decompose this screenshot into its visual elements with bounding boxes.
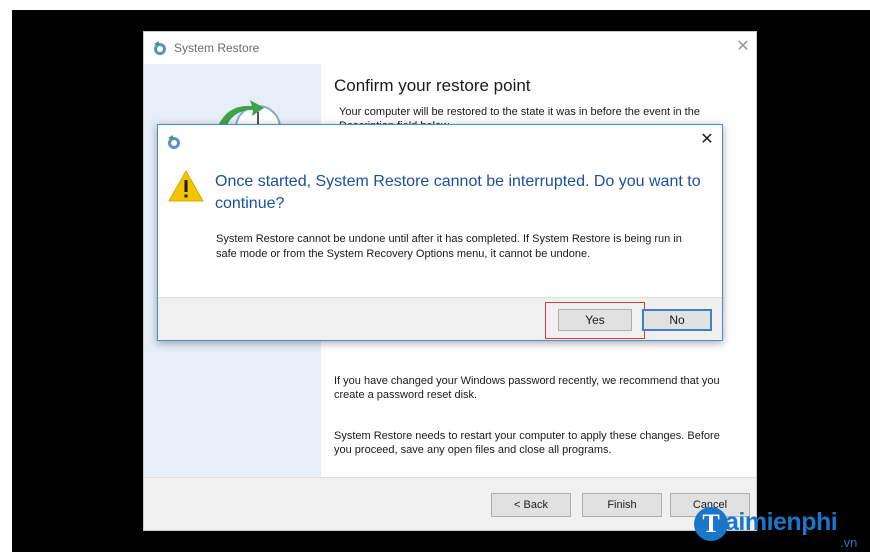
system-restore-icon — [168, 135, 180, 149]
screen: System Restore ✕ Confirm your restore po… — [12, 10, 870, 552]
finish-button[interactable]: Finish — [582, 493, 662, 517]
yes-button[interactable]: Yes — [558, 309, 632, 331]
dialog-footer: Yes No — [158, 297, 722, 340]
wizard-title: System Restore — [174, 41, 260, 55]
warning-triangle-icon — [168, 169, 204, 202]
watermark-logo: T aimienphi .vn — [694, 505, 870, 552]
dialog-main-instruction: Once started, System Restore cannot be i… — [215, 173, 701, 212]
wizard-heading: Confirm your restore point — [334, 76, 531, 95]
wizard-footer: < Back Finish Cancel — [144, 477, 756, 530]
watermark-text: aimienphi — [725, 508, 838, 536]
system-restore-icon — [154, 41, 166, 55]
watermark-suffix: .vn — [840, 535, 858, 550]
confirm-dialog: ✕ Once started, System Restore cannot be… — [157, 124, 723, 341]
restart-note: System Restore needs to restart your com… — [334, 430, 720, 456]
wizard-titlebar: System Restore ✕ — [144, 32, 756, 64]
back-button[interactable]: < Back — [491, 493, 571, 517]
dialog-close-button[interactable]: ✕ — [696, 129, 718, 151]
dialog-body-text: System Restore cannot be undone until af… — [216, 233, 682, 260]
no-button[interactable]: No — [642, 309, 712, 331]
wizard-close-button[interactable]: ✕ — [730, 32, 756, 62]
watermark-letter: T — [694, 507, 728, 541]
password-note: If you have changed your Windows passwor… — [334, 375, 720, 401]
